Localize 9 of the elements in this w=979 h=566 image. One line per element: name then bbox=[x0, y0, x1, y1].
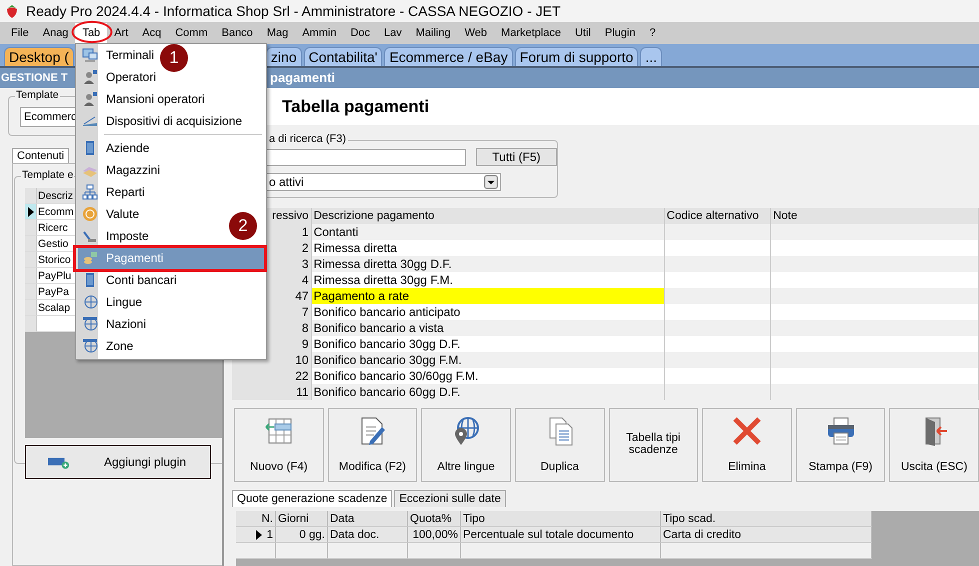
table-cell: 22 bbox=[232, 368, 312, 384]
window-title: Ready Pro 2024.4.4 - Informatica Shop Srl - Amministratore - CASSA NEGOZIO - JET bbox=[26, 3, 561, 19]
group-label: Template bbox=[15, 89, 60, 101]
table-cell: 11 bbox=[232, 384, 312, 400]
page-title: Tabella pagamenti bbox=[282, 96, 430, 116]
group-label: a di ricerca (F3) bbox=[267, 133, 348, 145]
table-cell: Bonifico bancario 60gg D.F. bbox=[312, 384, 665, 400]
table-cell: Pagamento a rate bbox=[312, 288, 665, 304]
group-label: Template e bbox=[21, 169, 74, 181]
